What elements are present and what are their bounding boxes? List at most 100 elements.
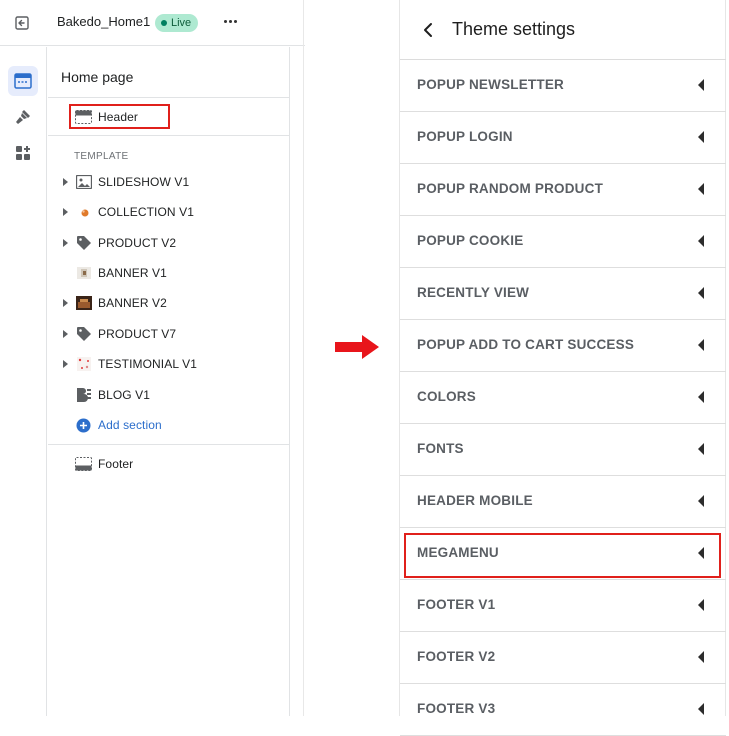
back-button[interactable] <box>418 18 438 42</box>
caret-left-icon <box>698 79 704 91</box>
setting-popup-random-product[interactable]: POPUP RANDOM PRODUCT <box>400 164 726 216</box>
tag-icon <box>75 326 92 343</box>
section-label: COLLECTION V1 <box>98 205 194 219</box>
store-name: Bakedo_Home1 <box>57 14 151 29</box>
section-item-collection-v1[interactable]: COLLECTION V1 <box>48 199 290 225</box>
divider <box>48 135 290 136</box>
theme-editor-screenshot: Bakedo_Home1 Live Home page Header TEMPL… <box>0 0 305 716</box>
section-item-product-v7[interactable]: PRODUCT V7 <box>48 321 290 347</box>
expand-caret-icon[interactable] <box>63 299 68 307</box>
setting-label: HEADER MOBILE <box>417 493 533 508</box>
setting-popup-login[interactable]: POPUP LOGIN <box>400 112 726 164</box>
section-label: PRODUCT V2 <box>98 236 177 250</box>
setting-label: COLORS <box>417 389 476 404</box>
setting-popup-add-to-cart-success[interactable]: POPUP ADD TO CART SUCCESS <box>400 320 726 372</box>
setting-label: FONTS <box>417 441 464 456</box>
paintbrush-icon <box>16 110 30 124</box>
setting-footer-v1[interactable]: FOOTER V1 <box>400 580 726 632</box>
section-item-testimonial-v1[interactable]: TESTIMONIAL V1 <box>48 351 290 377</box>
setting-label: FOOTER V3 <box>417 701 496 716</box>
sections-nav-button[interactable] <box>8 66 38 96</box>
setting-label: FOOTER V2 <box>417 649 496 664</box>
section-item-banner-v1[interactable]: BANNER V1 <box>48 260 290 286</box>
chevron-left-icon <box>424 23 432 37</box>
megamenu-highlight-box <box>404 533 721 578</box>
exit-editor-button[interactable] <box>10 11 34 35</box>
section-label: Footer <box>98 457 134 471</box>
panel-title: Home page <box>61 69 134 85</box>
section-item-product-v2[interactable]: PRODUCT V2 <box>48 230 290 256</box>
banner-thumbnail-icon <box>75 295 92 312</box>
caret-left-icon <box>698 599 704 611</box>
setting-label: RECENTLY VIEW <box>417 285 530 300</box>
editor-topbar: Bakedo_Home1 Live <box>0 0 305 46</box>
section-label: TESTIMONIAL V1 <box>98 357 197 371</box>
section-label: PRODUCT V7 <box>98 327 177 341</box>
setting-recently-view[interactable]: RECENTLY VIEW <box>400 268 726 320</box>
banner-thumbnail-icon <box>75 265 92 282</box>
expand-caret-icon[interactable] <box>63 178 68 186</box>
caret-left-icon <box>698 391 704 403</box>
sections-panel: Home page Header TEMPLATE SLIDESHOW V1 C… <box>48 47 290 716</box>
section-item-banner-v2[interactable]: BANNER V2 <box>48 290 290 316</box>
setting-label: POPUP RANDOM PRODUCT <box>417 181 604 196</box>
expand-caret-icon[interactable] <box>63 208 68 216</box>
setting-fonts[interactable]: FONTS <box>400 424 726 476</box>
section-label: BANNER V2 <box>98 296 167 310</box>
section-item-slideshow-v1[interactable]: SLIDESHOW V1 <box>48 169 290 195</box>
section-item-footer[interactable]: Footer <box>48 451 290 477</box>
caret-left-icon <box>698 339 704 351</box>
setting-footer-v2[interactable]: FOOTER V2 <box>400 632 726 684</box>
red-arrow-icon <box>335 335 379 359</box>
setting-label: POPUP NEWSLETTER <box>417 77 564 92</box>
apps-icon <box>16 146 30 160</box>
section-item-blog-v1[interactable]: BLOG V1 <box>48 382 290 408</box>
caret-left-icon <box>698 443 704 455</box>
tag-icon <box>75 235 92 252</box>
expand-caret-icon[interactable] <box>63 330 68 338</box>
setting-label: POPUP COOKIE <box>417 233 524 248</box>
section-label: SLIDESHOW V1 <box>98 175 190 189</box>
more-actions-button[interactable] <box>220 12 240 32</box>
setting-colors[interactable]: COLORS <box>400 372 726 424</box>
setting-label: FOOTER V1 <box>417 597 496 612</box>
caret-left-icon <box>698 183 704 195</box>
setting-label: POPUP ADD TO CART SUCCESS <box>417 337 635 352</box>
editor-side-rail <box>0 47 47 716</box>
image-icon <box>75 174 92 191</box>
testimonial-thumbnail-icon <box>75 356 92 373</box>
section-label: BLOG V1 <box>98 388 151 402</box>
setting-footer-v3[interactable]: FOOTER V3 <box>400 684 726 736</box>
caret-left-icon <box>698 287 704 299</box>
theme-settings-header: Theme settings <box>400 0 726 60</box>
live-dot-icon <box>161 20 167 26</box>
theme-settings-title: Theme settings <box>452 19 576 39</box>
expand-caret-icon[interactable] <box>63 360 68 368</box>
add-section-button[interactable]: Add section <box>48 412 290 438</box>
sections-layout-icon <box>14 73 32 89</box>
caret-left-icon <box>698 651 704 663</box>
exit-icon <box>15 16 29 30</box>
plus-circle-icon <box>75 417 92 434</box>
setting-popup-newsletter[interactable]: POPUP NEWSLETTER <box>400 60 726 112</box>
caret-left-icon <box>698 235 704 247</box>
divider <box>48 444 290 445</box>
setting-label: POPUP LOGIN <box>417 129 513 144</box>
setting-popup-cookie[interactable]: POPUP COOKIE <box>400 216 726 268</box>
caret-left-icon <box>698 703 704 715</box>
header-highlight-box <box>69 104 170 129</box>
theme-settings-screenshot: Theme settings POPUP NEWSLETTER POPUP LO… <box>399 0 726 736</box>
separator-line <box>303 0 304 716</box>
theme-settings-nav-button[interactable] <box>8 102 38 132</box>
expand-caret-icon[interactable] <box>63 239 68 247</box>
caret-left-icon <box>698 495 704 507</box>
collection-thumbnail-icon <box>75 204 92 221</box>
template-group-label: TEMPLATE <box>74 151 129 162</box>
blog-icon <box>75 387 92 404</box>
caret-left-icon <box>698 131 704 143</box>
section-label: BANNER V1 <box>98 266 167 280</box>
add-section-label: Add section <box>98 418 162 432</box>
live-badge-label: Live <box>171 17 192 29</box>
setting-header-mobile[interactable]: HEADER MOBILE <box>400 476 726 528</box>
app-embeds-nav-button[interactable] <box>8 138 38 168</box>
